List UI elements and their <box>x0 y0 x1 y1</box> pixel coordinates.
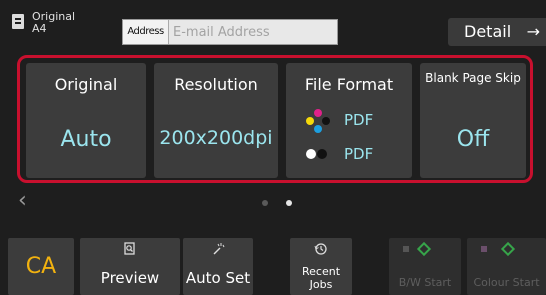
recent-jobs-button[interactable]: Recent Jobs <box>290 238 352 295</box>
document-icon <box>12 14 24 29</box>
bw-start-label: B/W Start <box>398 276 452 289</box>
email-address-input[interactable] <box>169 20 335 44</box>
page-indicator-dot-2-active[interactable] <box>286 200 292 206</box>
colour-start-label: Colour Start <box>473 276 540 289</box>
address-field[interactable]: Address <box>122 19 338 45</box>
previous-page-arrow-icon[interactable]: ‹ <box>18 188 27 213</box>
start-diamond-icon <box>500 241 516 257</box>
bw-start-button[interactable]: B/W Start <box>389 238 461 295</box>
preview-button[interactable]: Preview <box>80 238 180 295</box>
top-bar: Original A4 Address Detail → <box>0 0 546 46</box>
colour-start-indicator-icon <box>481 246 487 252</box>
highlight-frame <box>17 55 533 183</box>
colour-start-button[interactable]: Colour Start <box>467 238 546 295</box>
ca-label: CA <box>25 254 57 279</box>
start-diamond-icon <box>416 241 432 257</box>
recent-jobs-label: Recent Jobs <box>301 265 341 291</box>
original-indicator: Original A4 <box>10 8 110 38</box>
preview-icon <box>80 242 180 260</box>
preview-label: Preview <box>100 269 160 287</box>
auto-set-label: Auto Set <box>185 269 251 287</box>
page-indicator-dot-1[interactable] <box>262 200 268 206</box>
detail-button[interactable]: Detail → <box>448 18 546 46</box>
auto-set-button[interactable]: Auto Set <box>183 238 253 295</box>
history-icon <box>290 242 352 260</box>
address-label-button[interactable]: Address <box>123 20 169 44</box>
bw-start-indicator-icon <box>403 246 409 252</box>
magic-wand-icon <box>183 242 253 260</box>
clear-all-button[interactable]: CA <box>8 238 74 295</box>
arrow-right-icon: → <box>526 22 540 41</box>
original-size-label: A4 <box>32 22 47 35</box>
detail-label: Detail <box>464 22 512 41</box>
